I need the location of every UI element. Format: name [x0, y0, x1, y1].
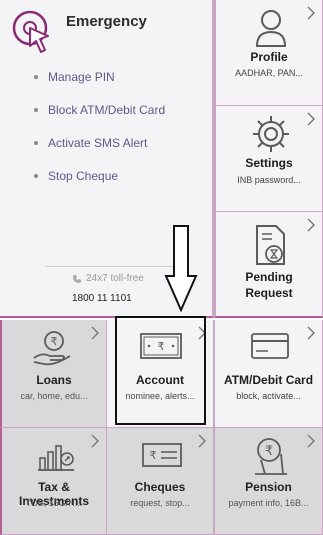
cheques-subtitle: request, stop... [130, 498, 190, 508]
settings-subtitle: INB password... [237, 175, 301, 185]
pending-title-line2: Request [245, 286, 293, 300]
pending-request-title: Pending Request [216, 269, 322, 301]
chevron-right-icon [306, 218, 316, 232]
tile-tax-investments[interactable]: Tax & Investments TDS, 15G/H... [0, 428, 107, 535]
atm-debit-card-subtitle: block, activate... [236, 391, 301, 401]
chevron-right-icon [90, 434, 100, 448]
svg-text:₹: ₹ [265, 444, 273, 459]
tile-pending-request[interactable]: Pending Request [214, 212, 323, 318]
person-icon [255, 10, 287, 47]
pension-title: Pension [245, 480, 292, 494]
tile-settings[interactable]: Settings INB password... [214, 106, 323, 212]
gear-icon [253, 116, 289, 152]
rupee-hand-icon: ₹ [33, 331, 71, 366]
tile-pension[interactable]: ₹ Pension payment info, 16B... [214, 428, 323, 535]
tile-cheques[interactable]: ₹ Cheques request, stop... [107, 428, 214, 535]
chevron-right-icon [306, 112, 316, 126]
block-card-link[interactable]: Block ATM/Debit Card [33, 103, 165, 117]
divider [45, 266, 175, 267]
tile-profile[interactable]: Profile AADHAR, PAN... [214, 0, 323, 106]
pending-title-line1: Pending [245, 270, 293, 284]
phone-icon [73, 275, 81, 283]
stop-cheque-link[interactable]: Stop Cheque [33, 169, 118, 183]
atm-debit-card-title: ATM/Debit Card [223, 373, 314, 387]
svg-text:₹: ₹ [51, 335, 58, 348]
tax-investments-subtitle: TDS, 15G/H... [25, 498, 83, 508]
manage-pin-link[interactable]: Manage PIN [34, 70, 115, 84]
profile-title: Profile [250, 50, 288, 64]
chevron-right-icon [306, 326, 316, 340]
tile-loans[interactable]: ₹ Loans car, home, edu... [0, 320, 107, 428]
bar-chart-icon [38, 445, 74, 471]
down-arrow-annotation [164, 225, 198, 312]
highlight-box-annotation [115, 316, 206, 425]
cheques-title: Cheques [134, 480, 186, 494]
card-icon [251, 333, 289, 359]
cheque-icon: ₹ [142, 443, 182, 467]
activate-sms-alert-link[interactable]: Activate SMS Alert [33, 136, 147, 150]
svg-text:₹: ₹ [150, 449, 157, 462]
chevron-right-icon [306, 434, 316, 448]
phone-number[interactable]: 1800 11 1101 [72, 293, 132, 304]
pension-subtitle: payment info, 16B... [228, 498, 309, 508]
chevron-right-icon [90, 326, 100, 340]
tile-atm-debit-card[interactable]: ATM/Debit Card block, activate... [214, 320, 323, 428]
loans-subtitle: car, home, edu... [20, 391, 88, 401]
tollfree-label: 24x7 toll-free [86, 273, 144, 284]
settings-title: Settings [245, 156, 293, 170]
loans-title: Loans [36, 373, 72, 387]
profile-subtitle: AADHAR, PAN... [235, 68, 303, 78]
pension-icon: ₹ [255, 438, 287, 475]
emergency-touch-icon [12, 10, 49, 53]
chevron-right-icon [306, 6, 316, 20]
chevron-right-icon [197, 434, 207, 448]
emergency-title: Emergency [66, 13, 147, 30]
pending-document-icon [256, 225, 285, 265]
